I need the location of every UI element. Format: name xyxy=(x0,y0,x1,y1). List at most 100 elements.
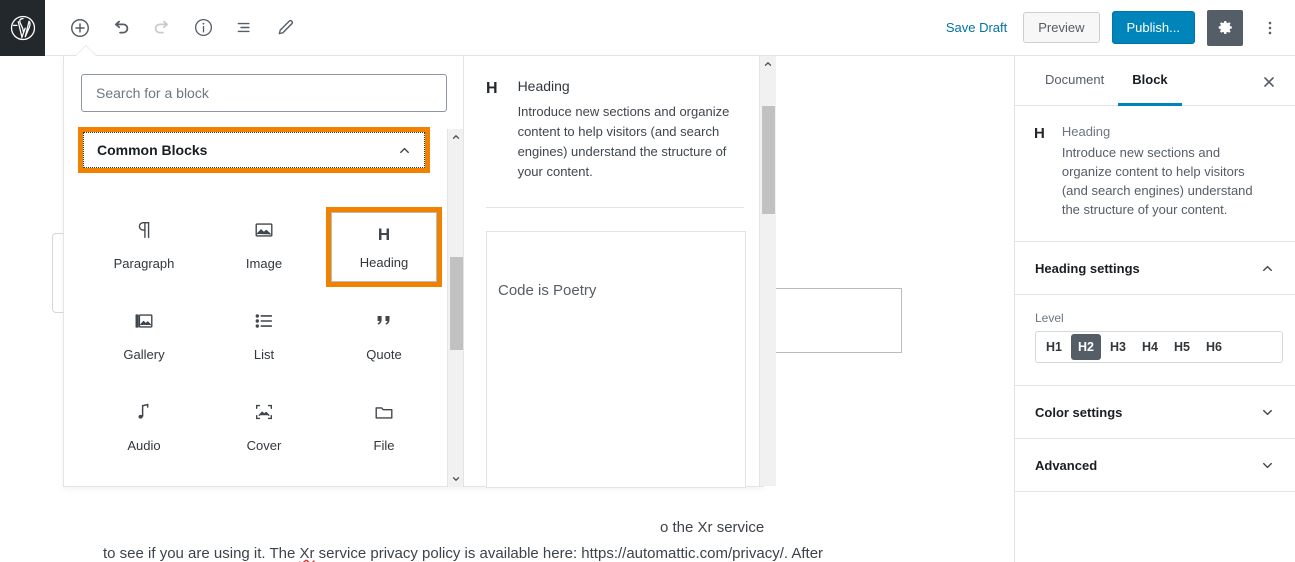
paragraph-line-1[interactable]: to see if you are using it. The Xr servi… xyxy=(103,540,823,562)
level-h6-button[interactable]: H6 xyxy=(1199,334,1229,360)
heading-h-icon: H xyxy=(1034,125,1045,142)
panel-heading-settings[interactable]: Heading settings xyxy=(1015,242,1295,296)
editor-toolbar: Save Draft Preview Publish... xyxy=(0,0,1295,56)
panel-title: Advanced xyxy=(1035,457,1098,473)
wordpress-logo-icon[interactable] xyxy=(0,0,45,56)
gallery-icon xyxy=(133,309,155,333)
preview-description: Introduce new sections and organize cont… xyxy=(517,104,730,180)
edit-mode-button[interactable] xyxy=(267,10,303,46)
level-h5-button[interactable]: H5 xyxy=(1167,334,1197,360)
block-tile-label: Gallery xyxy=(123,347,165,362)
kebab-menu-icon[interactable] xyxy=(1255,10,1285,46)
inserter-preview-pane: H Heading Introduce new sections and org… xyxy=(464,56,776,488)
gear-icon[interactable] xyxy=(1207,9,1243,46)
block-tile-cover[interactable]: Cover xyxy=(204,381,324,472)
level-h3-button[interactable]: H3 xyxy=(1103,334,1133,360)
heading-h-icon: H xyxy=(377,225,391,244)
tab-document[interactable]: Document xyxy=(1031,56,1118,106)
block-card-title: Heading xyxy=(1061,124,1111,139)
level-h1-button[interactable]: H1 xyxy=(1039,334,1069,360)
preview-button[interactable]: Preview xyxy=(1023,12,1100,43)
heading-settings-body: Level H1 H2 H3 H4 H5 H6 xyxy=(1015,295,1295,387)
divider xyxy=(486,206,744,208)
close-x-icon[interactable] xyxy=(1251,64,1287,100)
scrollbar-thumb[interactable] xyxy=(450,257,463,350)
content-info-button[interactable] xyxy=(185,10,221,46)
heading-h-icon: H xyxy=(486,80,498,97)
block-inserter-popover: Common Blocks Paragraph xyxy=(63,55,776,488)
level-label: Level xyxy=(1035,311,1064,326)
panel-color-settings[interactable]: Color settings xyxy=(1015,386,1295,440)
preview-header: H Heading Introduce new sections and org… xyxy=(486,78,739,183)
paragraph-fragment-2[interactable]: o the Xr service xyxy=(660,514,764,541)
preview-scrollbar[interactable] xyxy=(759,56,776,486)
pilcrow-icon xyxy=(133,218,155,242)
panel-title: Color settings xyxy=(1035,404,1123,420)
preview-title: Heading xyxy=(517,78,570,94)
level-h2-button[interactable]: H2 xyxy=(1071,334,1101,361)
settings-sidebar: Document Block H Heading Introduce new s… xyxy=(1014,56,1295,562)
block-tile-label: Audio xyxy=(127,438,161,453)
block-tile-gallery[interactable]: Gallery xyxy=(84,290,204,381)
wordpress-block-editor: Save Draft Preview Publish... o the Xr s… xyxy=(0,0,1295,562)
panel-title: Heading settings xyxy=(1035,260,1140,276)
block-tile-heading[interactable]: H Heading xyxy=(331,211,437,282)
block-preview-box: Code is Poetry xyxy=(486,230,746,488)
add-block-button[interactable] xyxy=(62,10,98,46)
heading-level-group[interactable]: H1 H2 H3 H4 H5 H6 xyxy=(1035,331,1283,364)
block-card-description: Introduce new sections and organize cont… xyxy=(1061,145,1253,217)
block-list-scrollbar[interactable] xyxy=(447,129,463,487)
block-tile-label: Image xyxy=(245,256,283,271)
block-card: H Heading Introduce new sections and org… xyxy=(1015,106,1295,243)
search-container xyxy=(64,74,463,112)
category-label: Common Blocks xyxy=(97,142,208,158)
search-input[interactable] xyxy=(81,74,447,112)
preview-scrollbar-thumb[interactable] xyxy=(762,106,775,214)
block-tile-image[interactable]: Image xyxy=(204,199,324,290)
block-tile-file[interactable]: File xyxy=(324,381,444,472)
block-grid-scroll-area: Paragraph Image H Heading Gallery List Q… xyxy=(64,187,464,486)
block-tile-label: Cover xyxy=(246,438,282,453)
block-tile-label: List xyxy=(253,347,275,362)
block-tile-label: Heading xyxy=(359,255,409,270)
spellcheck-word: Xr xyxy=(299,545,315,562)
preview-text: Heading Introduce new sections and organ… xyxy=(518,78,743,183)
block-tile-quote[interactable]: Quote xyxy=(324,290,444,381)
chevron-up-icon xyxy=(1260,261,1275,276)
block-preview-sample-text: Code is Poetry xyxy=(498,281,597,299)
block-tile-heading-highlight[interactable]: H Heading xyxy=(326,206,442,287)
block-tile-label: Paragraph xyxy=(113,256,175,271)
paragraph-line-1-pre: to see if you are using it. The xyxy=(103,545,300,562)
common-blocks-highlight: Common Blocks xyxy=(78,127,430,173)
cover-image-icon xyxy=(253,400,275,424)
block-tile-label: File xyxy=(373,438,395,453)
scrollbar-down-chevron-icon[interactable] xyxy=(448,471,464,487)
quote-marks-icon xyxy=(373,309,395,333)
publish-button[interactable]: Publish... xyxy=(1111,11,1195,44)
sidebar-tabs: Document Block xyxy=(1015,56,1295,106)
toolbar-actions: Save Draft Preview Publish... xyxy=(942,9,1295,46)
inserter-block-list: Common Blocks Paragraph xyxy=(64,56,464,487)
preview-scrollbar-up-chevron-icon[interactable] xyxy=(760,56,776,72)
music-note-icon xyxy=(133,400,155,424)
chevron-up-icon xyxy=(397,143,412,158)
block-card-text: Heading Introduce new sections and organ… xyxy=(1062,124,1267,219)
block-tile-list[interactable]: List xyxy=(204,290,324,381)
redo-button[interactable] xyxy=(144,10,180,46)
save-draft-button[interactable]: Save Draft xyxy=(942,14,1011,41)
scrollbar-up-chevron-icon[interactable] xyxy=(448,129,464,145)
block-tile-label: Quote xyxy=(366,347,402,362)
tab-block[interactable]: Block xyxy=(1118,56,1182,106)
block-grid: Paragraph Image H Heading Gallery List Q… xyxy=(64,187,464,486)
block-tile-paragraph[interactable]: Paragraph xyxy=(84,199,204,290)
block-tile-video[interactable]: Video xyxy=(84,472,204,486)
chevron-down-icon xyxy=(1260,458,1275,473)
block-navigation-button[interactable] xyxy=(226,10,262,46)
image-icon xyxy=(253,218,275,242)
undo-button[interactable] xyxy=(103,10,139,46)
category-header-common-blocks[interactable]: Common Blocks xyxy=(83,132,425,168)
panel-advanced[interactable]: Advanced xyxy=(1015,439,1295,493)
list-icon xyxy=(253,309,275,333)
block-tile-audio[interactable]: Audio xyxy=(84,381,204,472)
level-h4-button[interactable]: H4 xyxy=(1135,334,1165,360)
